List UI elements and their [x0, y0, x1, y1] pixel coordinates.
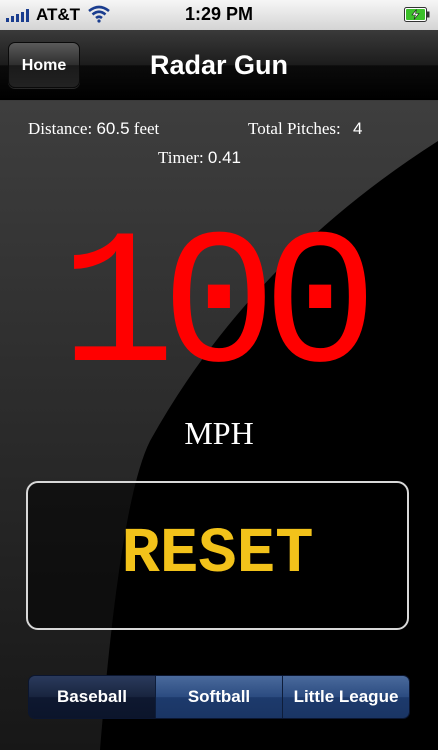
- speed-unit: MPH: [184, 415, 254, 451]
- status-bar: AT&T 1:29 PM: [0, 0, 438, 30]
- status-time: 1:29 PM: [184, 4, 254, 24]
- home-button[interactable]: Home: [8, 42, 80, 88]
- segment-softball[interactable]: Softball: [155, 676, 282, 718]
- navigation-bar: Home Radar Gun: [0, 30, 438, 101]
- total-pitches-stat: Total Pitches: 4: [248, 119, 363, 139]
- main-content: Distance: 60.5 feet Total Pitches: 4 Tim…: [0, 101, 438, 750]
- distance-value: 60.5: [96, 119, 130, 138]
- distance-stat: Distance: 60.5 feet: [28, 119, 159, 139]
- segment-baseball[interactable]: Baseball: [29, 676, 155, 718]
- distance-label: Distance:: [28, 119, 93, 138]
- segment-little-league[interactable]: Little League: [282, 676, 409, 718]
- speed-readout: 100: [60, 200, 378, 418]
- reset-button[interactable]: RESET: [26, 481, 409, 630]
- radar-gun-screen: AT&T 1:29 PM Home Radar Gun Distance: 60…: [0, 0, 438, 750]
- timer-stat: Timer: 0.41: [158, 148, 241, 168]
- battery-charging-icon: [404, 7, 430, 22]
- distance-unit: feet: [133, 119, 160, 138]
- total-pitches-value: 4: [353, 119, 363, 138]
- league-segmented-control: Baseball Softball Little League: [28, 675, 410, 719]
- page-title: Radar Gun: [149, 50, 289, 80]
- timer-label: Timer:: [158, 148, 204, 167]
- total-pitches-label: Total Pitches:: [248, 119, 341, 138]
- timer-value: 0.41: [207, 148, 242, 167]
